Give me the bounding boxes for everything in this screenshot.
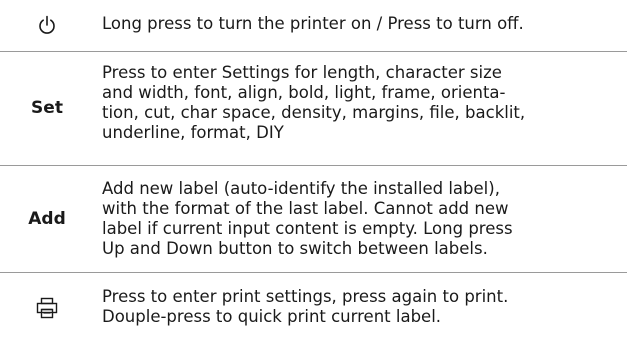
table-row-add: Add Add new label (auto-identify the ins… (0, 166, 627, 272)
table-row-power: Long press to turn the printer on / Pres… (0, 0, 627, 51)
add-key-label: Add (28, 209, 66, 229)
printer-icon (0, 273, 94, 343)
row-description: Long press to turn the printer on / Pres… (102, 14, 524, 33)
power-icon (0, 2, 94, 50)
power-icon-glyph (39, 15, 55, 34)
row-description: Add new label (auto-identify the install… (102, 179, 513, 258)
table-row-print: Press to enter print settings, press aga… (0, 273, 627, 343)
set-key-label: Set (31, 98, 63, 118)
table-row-set: Set Press to enter Settings for length, … (0, 52, 627, 165)
printer-icon-glyph (36, 297, 58, 319)
row-description: Press to enter print settings, press aga… (102, 287, 509, 326)
row-description: Press to enter Settings for length, char… (102, 63, 526, 142)
